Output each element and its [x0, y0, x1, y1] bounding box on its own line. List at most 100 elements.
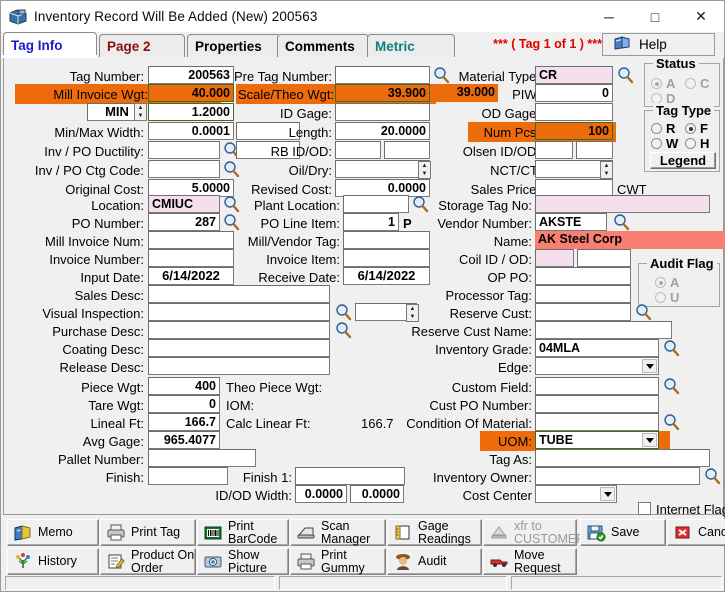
audit-button[interactable]: Audit: [387, 548, 482, 575]
field-uom[interactable]: TUBE: [535, 431, 659, 449]
field-length[interactable]: 20.0000: [335, 122, 430, 140]
radio-tag-type-r[interactable]: R: [651, 121, 675, 136]
tab-metric[interactable]: Metric: [367, 34, 455, 57]
chevron-down-icon[interactable]: [642, 433, 657, 447]
po-number-lookup-icon[interactable]: [222, 213, 241, 231]
cancel-button[interactable]: Cancel: [667, 519, 725, 546]
vendor-number-lookup-icon[interactable]: [612, 213, 631, 231]
field-od-gage[interactable]: [535, 103, 613, 121]
xfr-to-customer-button[interactable]: xfr to CUSTOMER: [483, 519, 585, 546]
field-invoice-item[interactable]: [343, 249, 430, 267]
field-reserve-cust[interactable]: [535, 303, 631, 321]
field-mill-invoice-num[interactable]: [148, 231, 234, 249]
field-release-desc[interactable]: [148, 357, 330, 375]
radio-tag-type-h[interactable]: H: [685, 136, 709, 151]
field-id-width[interactable]: 0.0000: [295, 485, 347, 503]
field-olsen-id[interactable]: [535, 141, 573, 159]
field-coil-id[interactable]: [535, 249, 574, 267]
print-barcode-button[interactable]: Print BarCode: [197, 519, 289, 546]
help-button[interactable]: Help: [602, 33, 715, 56]
internet-flag-checkbox[interactable]: [638, 502, 651, 515]
field-rb-id[interactable]: [335, 141, 381, 159]
product-on-order-button[interactable]: Product On Order: [100, 548, 196, 575]
field-po-number[interactable]: 287: [148, 213, 220, 231]
field-processor-tag[interactable]: [535, 285, 631, 303]
min-mode-spinner[interactable]: ▲ ▼: [134, 103, 147, 121]
field-condition-of-material[interactable]: [535, 413, 659, 431]
radio-status-c[interactable]: C: [685, 76, 709, 91]
maximize-button[interactable]: □: [632, 1, 678, 32]
field-tare-wgt[interactable]: 0: [148, 395, 220, 413]
gage-readings-button[interactable]: Gage Readings: [387, 519, 482, 546]
field-lineal-ft[interactable]: 166.7: [148, 413, 220, 431]
field-rb-od[interactable]: [384, 141, 430, 159]
oil-dry-spinner[interactable]: ▲ ▼: [418, 161, 431, 179]
field-cust-po-number[interactable]: [535, 395, 659, 413]
field-sales-desc[interactable]: [148, 285, 330, 303]
field-finish-1[interactable]: [295, 467, 405, 485]
radio-audit-a[interactable]: A: [655, 275, 679, 290]
field-inv-po-ductility[interactable]: [148, 141, 220, 159]
tab-page-2[interactable]: Page 2: [99, 34, 185, 57]
custom-field-lookup-icon[interactable]: [662, 377, 681, 395]
field-theo-wgt[interactable]: 39.000: [432, 84, 498, 102]
scan-manager-button[interactable]: Scan Manager: [290, 519, 386, 546]
tab-properties[interactable]: Properties: [187, 34, 281, 57]
field-tag-number[interactable]: 200563: [148, 66, 234, 84]
tab-comments[interactable]: Comments: [277, 34, 369, 57]
field-location[interactable]: CMIUC: [148, 195, 220, 213]
radio-status-a[interactable]: A: [651, 76, 675, 91]
visual-inspection-spinner[interactable]: ▲ ▼: [406, 304, 419, 322]
move-request-button[interactable]: Move Request: [483, 548, 577, 575]
field-coil-od[interactable]: [577, 249, 631, 267]
field-custom-field[interactable]: [535, 377, 659, 395]
field-vendor-number[interactable]: AKSTE: [535, 213, 607, 231]
history-button[interactable]: History: [7, 548, 99, 575]
field-piw[interactable]: 0: [535, 84, 613, 102]
material-type-lookup-icon[interactable]: [616, 66, 635, 84]
field-mill-invoice-wgt[interactable]: 40.000: [148, 84, 234, 102]
field-od-width[interactable]: 0.0000: [350, 485, 404, 503]
field-input-date[interactable]: 6/14/2022: [148, 267, 234, 285]
field-invoice-number[interactable]: [148, 249, 234, 267]
field-tag-as[interactable]: [535, 449, 710, 467]
show-picture-button[interactable]: Show Picture: [197, 548, 289, 575]
field-oil-dry[interactable]: [335, 160, 430, 178]
purchase-desc-lookup-icon[interactable]: [334, 321, 353, 339]
field-finish[interactable]: [148, 467, 228, 485]
field-piece-wgt[interactable]: 400: [148, 377, 220, 395]
chevron-down-icon[interactable]: [600, 487, 615, 501]
field-storage-tag-no[interactable]: [535, 195, 710, 213]
field-mill-vendor-tag[interactable]: [343, 231, 430, 249]
save-button[interactable]: Save: [580, 519, 666, 546]
field-olsen-od[interactable]: [576, 141, 613, 159]
field-id-gage[interactable]: [335, 103, 430, 121]
print-gummy-button[interactable]: Print Gummy: [290, 548, 386, 575]
field-visual-inspection[interactable]: [148, 303, 330, 321]
nct-ct-spinner[interactable]: ▲ ▼: [600, 161, 613, 179]
field-pre-tag-number[interactable]: [335, 66, 430, 84]
minimize-button[interactable]: ─: [586, 1, 632, 32]
field-inventory-grade[interactable]: 04MLA: [535, 339, 659, 357]
field-inv-po-ctg-code[interactable]: [148, 160, 220, 178]
field-avg-gage[interactable]: 965.4077: [148, 431, 220, 449]
field-scale-wgt[interactable]: 39.900: [335, 84, 430, 102]
location-lookup-icon[interactable]: [222, 195, 241, 213]
radio-tag-type-w[interactable]: W: [651, 136, 678, 151]
memo-button[interactable]: Memo: [7, 519, 99, 546]
field-op-po[interactable]: [535, 267, 631, 285]
field-po-line-item[interactable]: 1: [343, 213, 399, 231]
inventory-owner-lookup-icon[interactable]: [703, 467, 722, 485]
radio-audit-u[interactable]: U: [655, 290, 679, 305]
field-material-type[interactable]: CR: [535, 66, 613, 84]
field-cost-center[interactable]: [535, 485, 617, 503]
field-coating-desc[interactable]: [148, 339, 330, 357]
inventory-grade-lookup-icon[interactable]: [662, 339, 681, 357]
visual-inspection-lookup-icon[interactable]: [334, 303, 353, 321]
field-min-width[interactable]: 0.0001: [148, 122, 234, 140]
field-num-pcs[interactable]: 100: [535, 122, 613, 140]
field-purchase-desc[interactable]: [148, 321, 330, 339]
print-tag-button[interactable]: Print Tag: [100, 519, 196, 546]
field-min-value[interactable]: 1.2000: [148, 103, 234, 121]
close-button[interactable]: ✕: [678, 1, 724, 32]
